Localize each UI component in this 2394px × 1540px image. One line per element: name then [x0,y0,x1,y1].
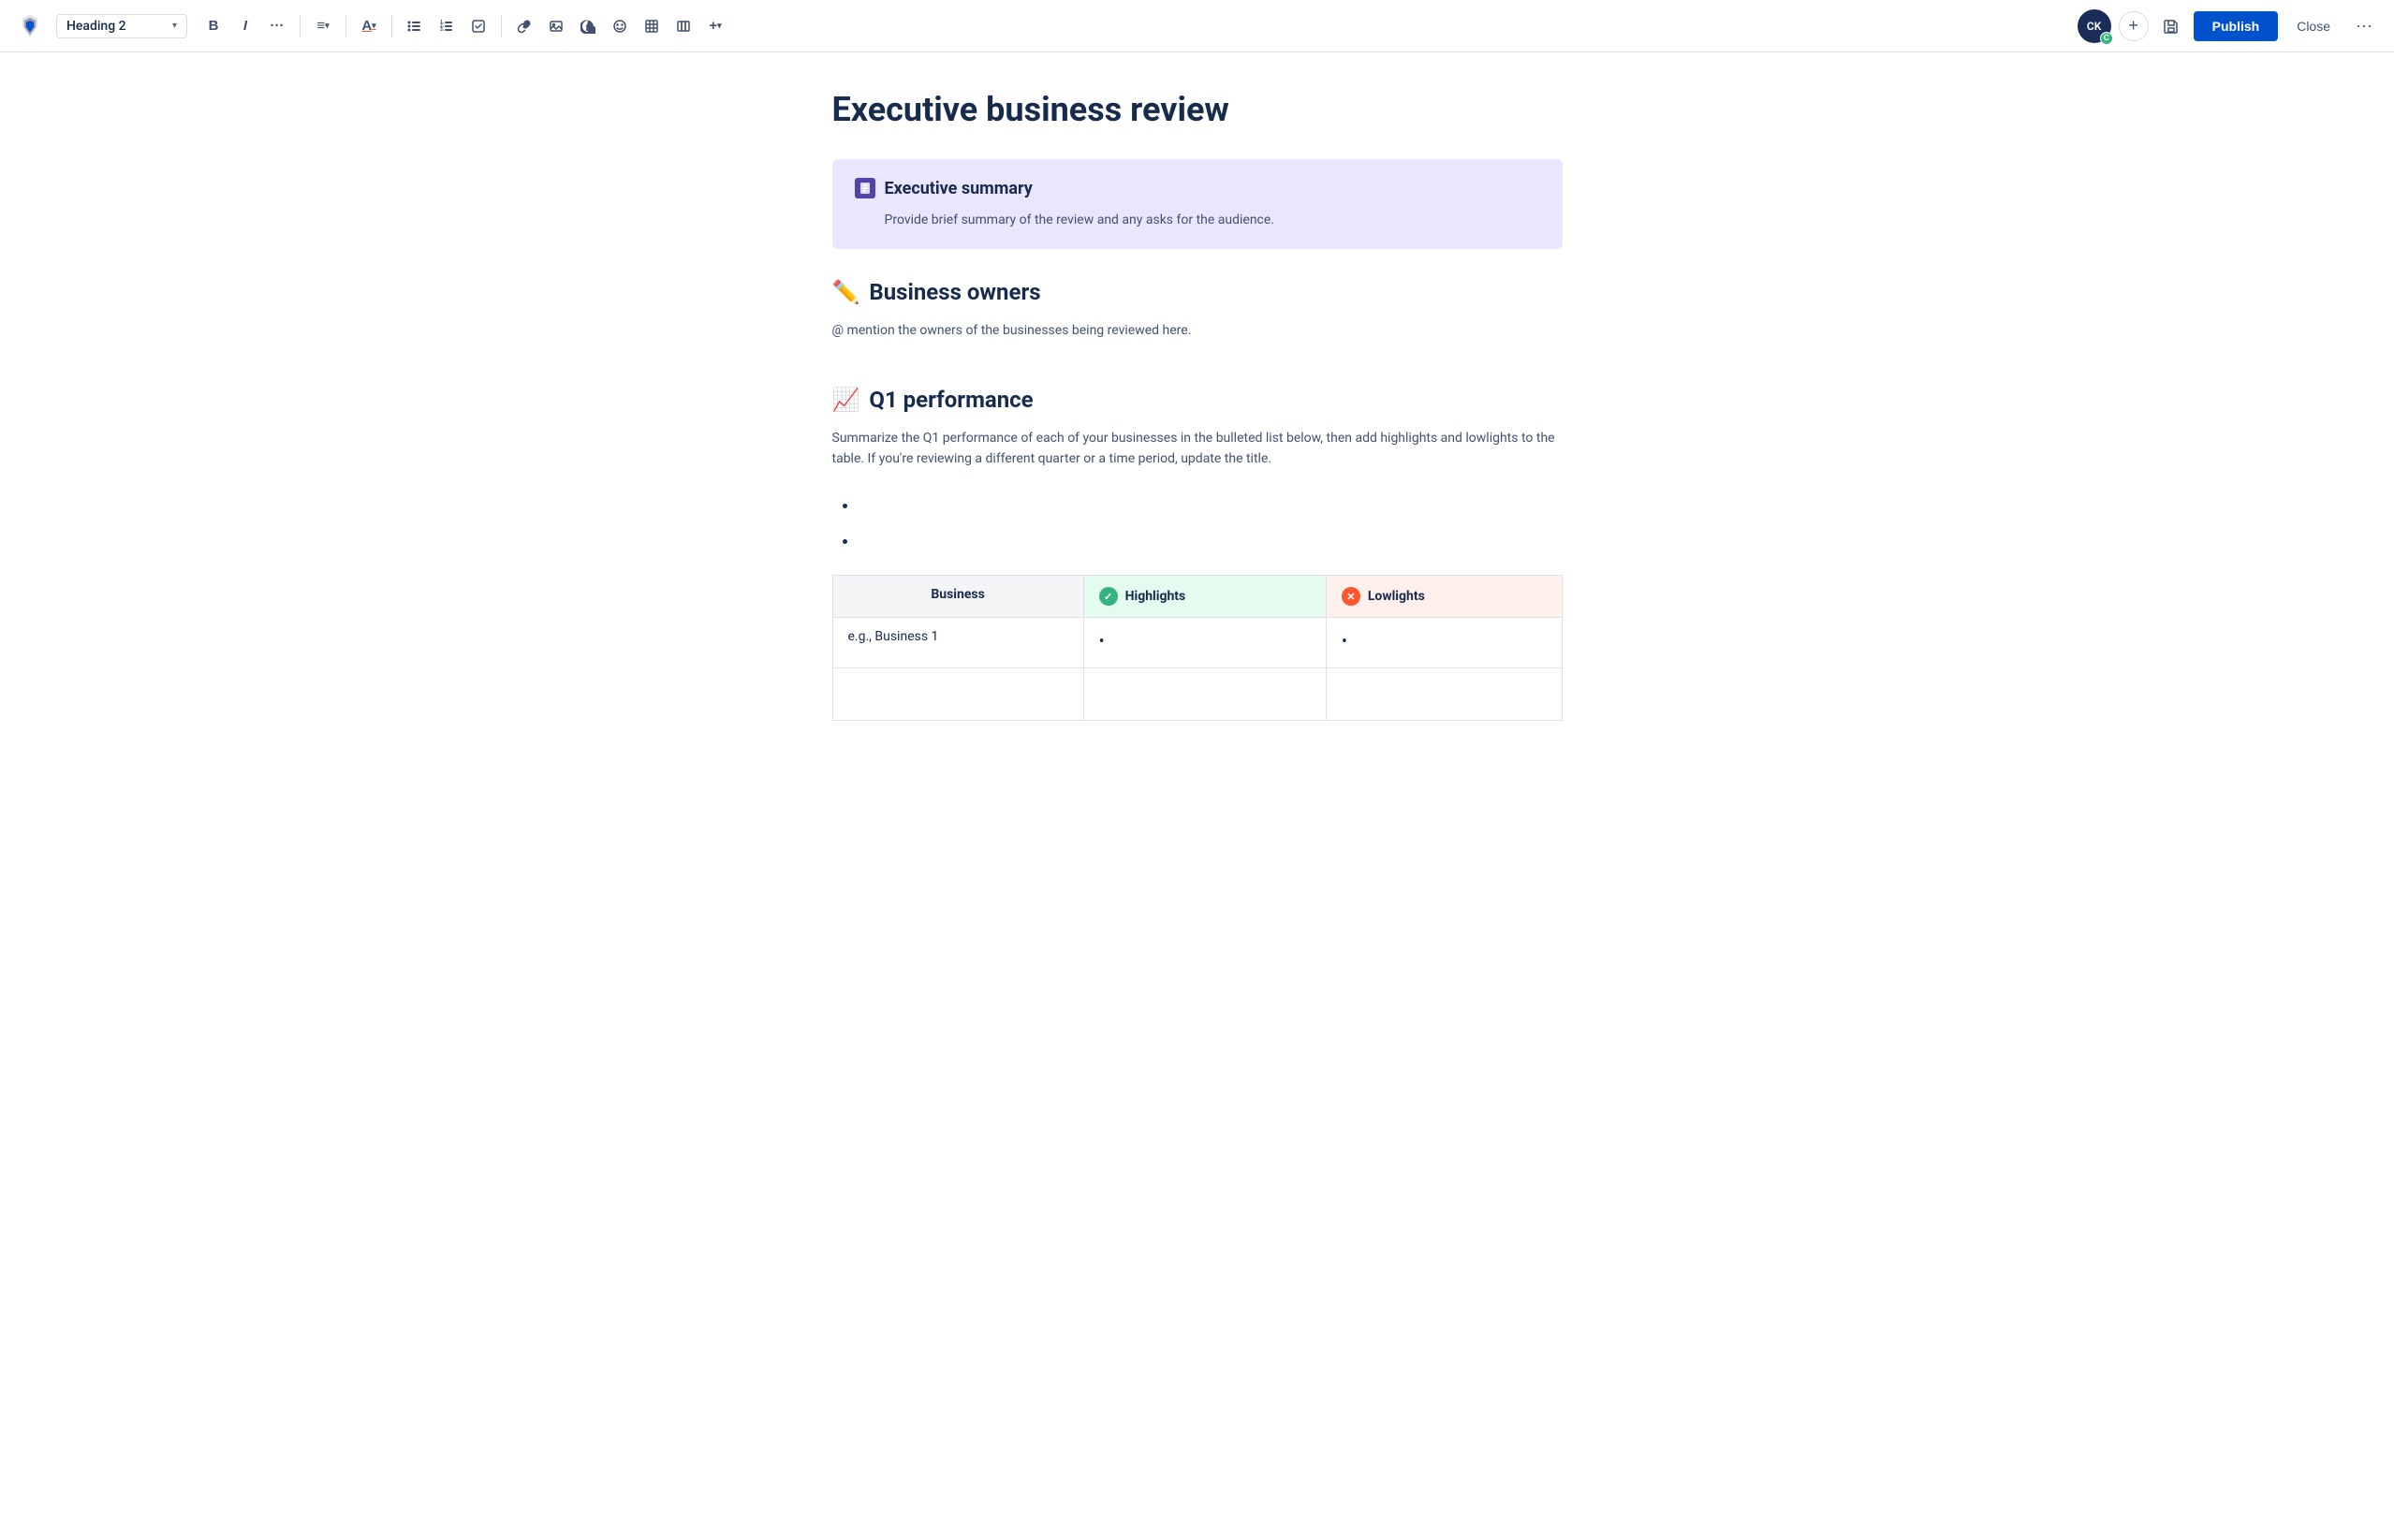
avatar-initials: CK [2087,20,2101,33]
x-icon: ✕ [1342,587,1360,606]
callout-header: Executive summary [855,178,1540,198]
performance-table: Business ✓ Highlights ✕ Lowlights [832,575,1563,721]
emoji-button[interactable] [605,11,635,41]
align-button[interactable]: ≡ ▾ [308,11,338,41]
business-cell-empty[interactable] [832,668,1083,721]
check-icon: ✓ [1099,587,1118,606]
table-row [832,668,1562,721]
toolbar: Heading 2 ▾ B I ··· ≡ ▾ A ▾ [0,0,2394,52]
more-options-button[interactable]: ··· [2349,11,2379,41]
lowlights-cell-empty[interactable] [1326,668,1562,721]
business-owners-icon: ✏️ [832,279,860,305]
table-row: e.g., Business 1 • • [832,618,1562,668]
insert-more-button[interactable]: + ▾ [700,11,730,41]
q1-performance-icon: 📈 [832,387,860,413]
main-content: Executive business review Executive summ… [776,52,1619,841]
divider-2 [345,15,346,37]
lowlights-bullet: • [1342,632,1347,652]
divider-3 [391,15,392,37]
divider-4 [501,15,502,37]
callout-title[interactable]: Executive summary [885,179,1033,198]
highlights-cell[interactable]: • [1083,618,1326,668]
highlights-cell-empty[interactable] [1083,668,1326,721]
insert-more-chevron: ▾ [717,21,722,31]
q1-performance-heading: 📈 Q1 performance [832,387,1563,413]
toolbar-right: CK C + Publish Close ··· [2078,9,2379,43]
table-header-lowlights: ✕ Lowlights [1326,576,1562,618]
more-options-icon: ··· [2356,16,2372,36]
heading-dropdown-chevron: ▾ [172,21,177,31]
add-collaborator-button[interactable]: + [2119,11,2149,41]
plus-icon: + [2128,16,2138,36]
columns-button[interactable] [668,11,698,41]
business-owners-body[interactable]: @ mention the owners of the businesses b… [832,320,1563,341]
insert-more-icon: + [709,18,717,34]
text-format-group: B I ··· [198,11,292,41]
avatar-badge: C [2100,32,2113,45]
numbered-list-button[interactable]: 1. 2. 3. [432,11,462,41]
checkbox-button[interactable] [463,11,493,41]
mention-button[interactable] [573,11,603,41]
insert-group: + ▾ [509,11,730,41]
executive-summary-callout: Executive summary Provide brief summary … [832,159,1563,249]
more-format-button[interactable]: ··· [262,11,292,41]
q1-performance-body[interactable]: Summarize the Q1 performance of each of … [832,428,1563,470]
list-item[interactable] [859,528,1563,552]
bold-button[interactable]: B [198,11,228,41]
align-group: ≡ ▾ [308,11,338,41]
highlights-header-content: ✓ Highlights [1099,587,1311,606]
text-color-icon: A [361,18,372,34]
lowlights-cell[interactable]: • [1326,618,1562,668]
business-cell[interactable]: e.g., Business 1 [832,618,1083,668]
q1-performance-section: 📈 Q1 performance Summarize the Q1 perfor… [832,387,1563,721]
callout-body[interactable]: Provide brief summary of the review and … [855,210,1540,230]
business-owners-section: ✏️ Business owners @ mention the owners … [832,279,1563,341]
highlights-bullet: • [1099,632,1105,652]
app-logo[interactable] [15,11,45,41]
table-button[interactable] [637,11,667,41]
business-owners-heading: ✏️ Business owners [832,279,1563,305]
q1-bullet-list [832,492,1563,553]
list-group: 1. 2. 3. [400,11,493,41]
text-color-button[interactable]: A ▾ [354,11,384,41]
avatar[interactable]: CK C [2078,9,2111,43]
align-chevron: ▾ [325,21,330,31]
table-header-business: Business [832,576,1083,618]
table-header-highlights: ✓ Highlights [1083,576,1326,618]
text-color-chevron: ▾ [372,21,376,31]
callout-icon [855,178,875,198]
image-button[interactable] [541,11,571,41]
divider-1 [300,15,301,37]
svg-text:3.: 3. [440,27,445,33]
heading-style-dropdown[interactable]: Heading 2 ▾ [56,14,187,38]
link-button[interactable] [509,11,539,41]
italic-button[interactable]: I [230,11,260,41]
bullet-list-button[interactable] [400,11,430,41]
align-icon: ≡ [316,18,325,34]
document-title[interactable]: Executive business review [832,90,1563,129]
list-item[interactable] [859,492,1563,517]
heading-style-label: Heading 2 [66,19,126,34]
save-draft-button[interactable] [2156,11,2186,41]
close-button[interactable]: Close [2285,11,2342,41]
publish-button[interactable]: Publish [2194,11,2279,41]
lowlights-header-content: ✕ Lowlights [1342,587,1547,606]
